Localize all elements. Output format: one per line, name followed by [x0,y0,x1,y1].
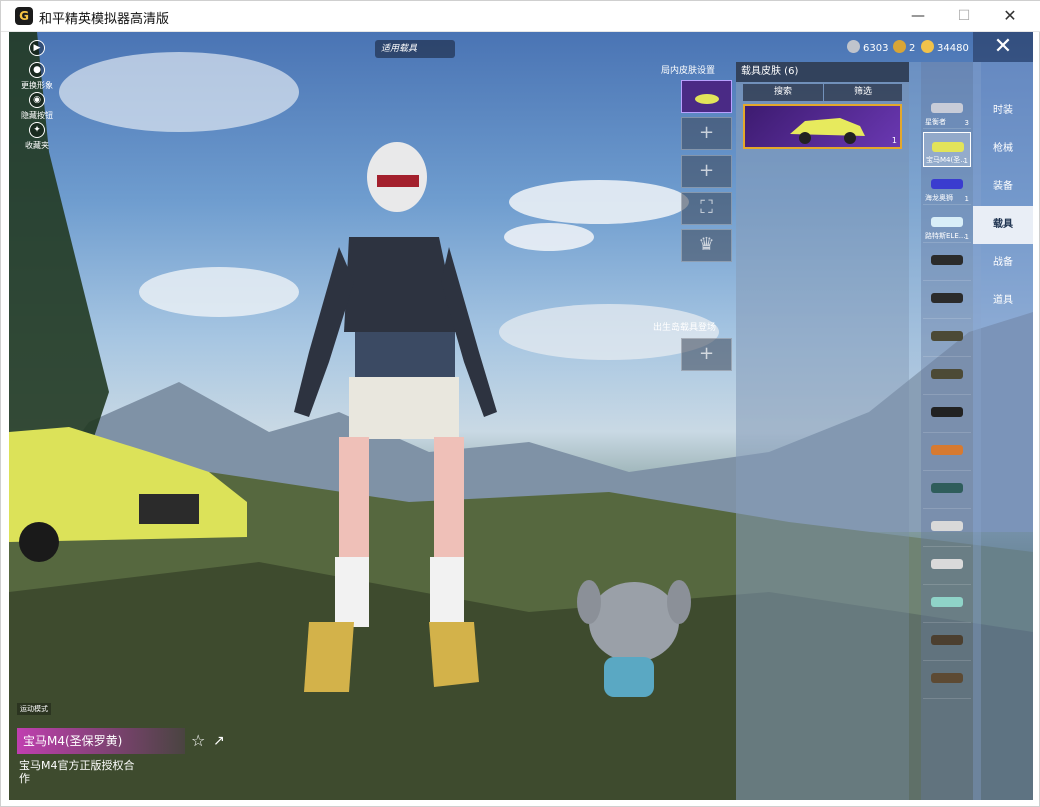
share-icon[interactable]: ↗ [213,732,231,750]
vehicle-name: 路特斯ELE... [925,232,965,240]
skin-slot-1[interactable]: + [681,117,732,150]
title-bar: G 和平精英模拟器高清版 — ☐ ✕ [1,1,1040,32]
vehicle-item[interactable] [923,512,971,547]
vehicle-count: 1 [963,157,968,165]
vehicle-thumb [931,407,963,417]
vehicle-thumb [931,635,963,645]
currency-gold-value: 2 [909,43,916,54]
left-tool-label: 收藏夹 [25,141,49,150]
eye-icon: ◉ [29,92,45,108]
vehicle-skin-panel: 载具皮肤 (6) 搜索 筛选 1 [736,62,909,800]
currency-gold: 2 [893,40,915,56]
vehicle-item[interactable]: 海龙奥狮 1 [923,170,971,205]
tab-supplies[interactable]: 战备 [973,244,1033,282]
vehicle-name: 星衡者 [925,118,946,126]
currency-silver: 6303 [847,40,888,56]
left-tool-play[interactable]: ▶ [15,40,59,58]
vehicle-thumb [931,483,963,493]
vehicle-item[interactable] [923,284,971,319]
skin-card-count: 1 [891,136,897,145]
vehicle-item[interactable]: 星衡者 3 [923,94,971,129]
vehicle-count: 1 [964,233,969,241]
tab-items[interactable]: 道具 [973,282,1033,320]
vehicle-thumb [931,559,963,569]
favorite-star-icon[interactable]: ☆ [191,732,209,750]
vehicle-item[interactable]: 宝马M4(圣... 1 [923,132,971,167]
vehicle-thumb [931,597,963,607]
vehicle-thumb [931,331,963,341]
game-scene: 适用载具 6303 2 34480 ✕ ▶ ● 更换形象 ◉ 隐藏按钮 ✦ 收藏… [9,32,1033,800]
vehicle-thumb [931,521,963,531]
spawn-island-slot[interactable]: + [681,338,732,371]
vehicle-name: 宝马M4(圣... [926,156,966,164]
vehicle-item[interactable] [923,436,971,471]
gold-coin-icon [893,40,906,53]
vehicle-item[interactable] [923,664,971,699]
spawn-island-vehicle-title: 出生岛载具登场 [653,323,717,333]
search-button[interactable]: 搜索 [743,84,823,101]
skin-card[interactable]: 1 [743,104,902,149]
vehicle-item[interactable] [923,626,971,661]
skin-slot-3[interactable]: ⛶ [681,192,732,225]
maximize-button[interactable]: ☐ [941,1,987,32]
minimize-button[interactable]: — [895,1,941,32]
tab-guns[interactable]: 枪械 [973,130,1033,168]
vehicle-skin-title: 载具皮肤 (6) [736,62,909,82]
vehicle-thumb [931,293,963,303]
gem-icon [921,40,934,53]
vehicle-thumb [931,369,963,379]
person-icon: ● [29,62,45,78]
skin-slot-4[interactable]: ♛ [681,229,732,262]
applicable-vehicle-tag[interactable]: 适用载具 [375,40,455,58]
car-image [790,118,865,144]
left-tool-label: 隐藏按钮 [21,111,53,120]
tab-equipment[interactable]: 装备 [973,168,1033,206]
vehicle-list: 星衡者 3 宝马M4(圣... 1 海龙奥狮 1 路特斯ELE... 1 [921,62,973,800]
category-tabs: 时装 枪械 装备 载具 战备 道具 [973,62,1033,800]
vehicle-item[interactable] [923,398,971,433]
window-title: 和平精英模拟器高清版 [39,12,170,27]
close-window-button[interactable]: ✕ [987,1,1033,32]
vehicle-thumb [931,255,963,265]
vehicle-item[interactable] [923,360,971,395]
play-icon: ▶ [29,40,45,56]
currency-silver-value: 6303 [863,43,889,54]
item-name: 宝马M4(圣保罗黄) [17,728,185,754]
badge-icon: ✦ [29,122,45,138]
vehicle-item[interactable] [923,550,971,585]
currency-gem: 34480 [921,40,969,56]
vehicle-item[interactable] [923,322,971,357]
left-tool-hide-buttons[interactable]: ◉ 隐藏按钮 [15,92,59,121]
silver-coin-icon [847,40,860,53]
vehicle-count: 1 [964,195,969,203]
left-tool-favorites[interactable]: ✦ 收藏夹 [15,122,59,151]
vehicle-name: 海龙奥狮 [925,194,953,202]
skin-slot-0[interactable] [681,80,732,113]
vehicle-thumb [931,673,963,683]
left-tool-label: 更换形象 [21,81,53,90]
vehicle-count: 3 [964,119,969,127]
car-thumb-icon [695,94,719,104]
item-description: 宝马M4官方正版授权合作 [19,759,135,785]
left-tool-change-look[interactable]: ● 更换形象 [15,62,59,91]
in-game-skin-setting-title: 局内皮肤设置 [661,66,716,76]
emulator-window: G 和平精英模拟器高清版 — ☐ ✕ 适用载具 6303 2 34480 ✕ ▶… [0,0,1040,807]
vehicle-item[interactable] [923,246,971,281]
app-icon: G [15,7,33,25]
currency-gem-value: 34480 [937,43,969,54]
vehicle-item[interactable]: 路特斯ELE... 1 [923,208,971,243]
mode-label: 运动模式 [17,703,51,715]
filter-button[interactable]: 筛选 [824,84,902,101]
vehicle-item[interactable] [923,588,971,623]
tab-fashion[interactable]: 时装 [973,92,1033,130]
vehicle-thumb [931,445,963,455]
tab-vehicles[interactable]: 载具 [973,206,1033,244]
skin-slot-2[interactable]: + [681,155,732,188]
vehicle-item[interactable] [923,474,971,509]
close-panel-button[interactable]: ✕ [973,32,1033,62]
